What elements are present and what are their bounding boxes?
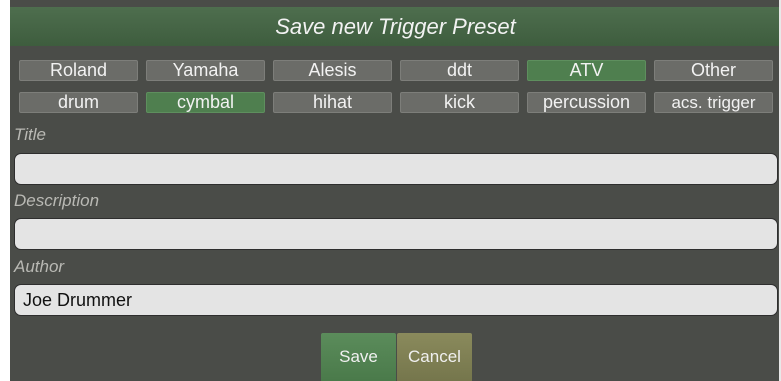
save-button[interactable]: Save bbox=[321, 333, 396, 381]
brand-chip-alesis[interactable]: Alesis bbox=[273, 60, 392, 81]
description-label: Description bbox=[14, 191, 100, 210]
type-chip-percussion[interactable]: percussion bbox=[527, 92, 646, 113]
title-label: Title bbox=[14, 125, 46, 144]
brand-chip-ddt[interactable]: ddt bbox=[400, 60, 519, 81]
author-label: Author bbox=[14, 257, 65, 276]
type-chip-drum[interactable]: drum bbox=[19, 92, 138, 113]
type-chip-acs-trigger[interactable]: acs. trigger bbox=[654, 92, 773, 113]
brand-chip-other[interactable]: Other bbox=[654, 60, 773, 81]
author-input[interactable] bbox=[14, 284, 778, 316]
cancel-button[interactable]: Cancel bbox=[397, 333, 472, 381]
brand-chip-atv[interactable]: ATV bbox=[527, 60, 646, 81]
dialog-title: Save new Trigger Preset bbox=[10, 7, 779, 46]
description-input[interactable] bbox=[14, 218, 778, 250]
type-chip-hihat[interactable]: hihat bbox=[273, 92, 392, 113]
brand-chip-roland[interactable]: Roland bbox=[19, 60, 138, 81]
brand-chip-yamaha[interactable]: Yamaha bbox=[146, 60, 265, 81]
window-frame bbox=[0, 0, 10, 381]
title-input[interactable] bbox=[14, 153, 778, 185]
type-chip-cymbal[interactable]: cymbal bbox=[146, 92, 265, 113]
save-preset-dialog: Save new Trigger Preset Roland Yamaha Al… bbox=[10, 0, 781, 381]
type-chip-kick[interactable]: kick bbox=[400, 92, 519, 113]
